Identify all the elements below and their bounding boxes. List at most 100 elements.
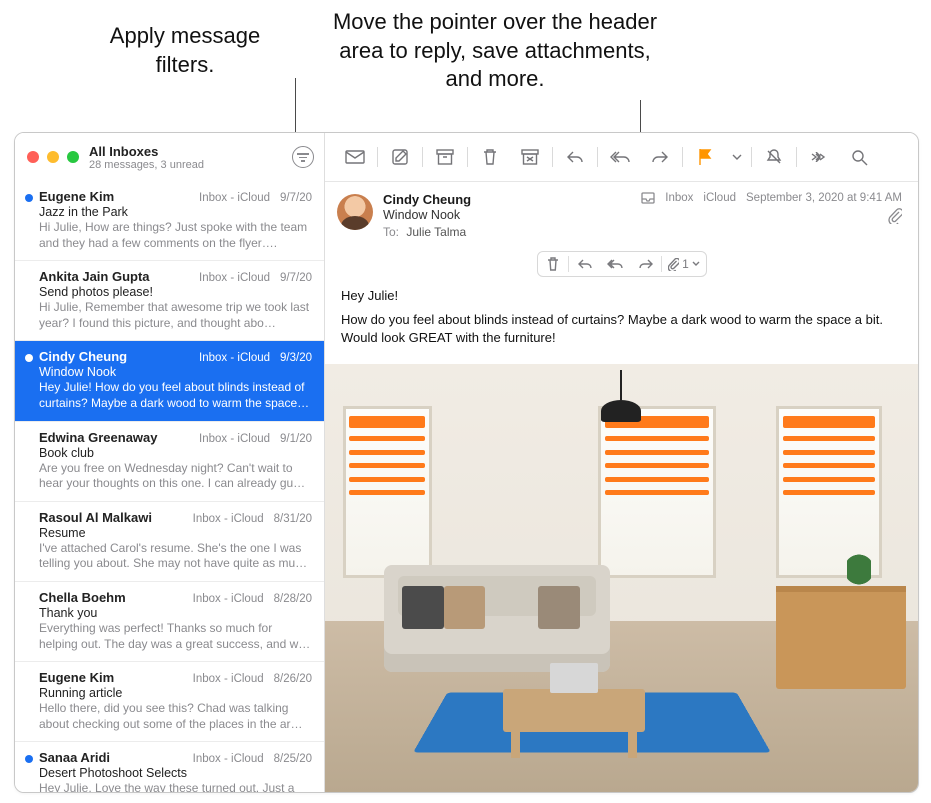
message-row[interactable]: Sanaa Aridi Inbox - iCloud 8/25/20Desert P…	[15, 742, 324, 792]
annotation-hover: Move the pointer over the header area to…	[330, 8, 660, 94]
msg-sender: Chella Boehm	[39, 590, 126, 605]
archive-button[interactable]	[425, 140, 465, 174]
mailbox-subtitle: 28 messages, 3 unread	[89, 159, 292, 171]
msg-date: 9/7/20	[280, 272, 312, 284]
msg-preview: Hey Julie, Love the way these turned out…	[39, 781, 312, 792]
header-mailbox-parent: Inbox	[665, 192, 693, 204]
body-line: How do you feel about blinds instead of …	[341, 311, 902, 347]
minimize-window-button[interactable]	[47, 151, 59, 163]
annotation-filters: Apply message filters.	[80, 22, 290, 79]
tray-icon	[641, 192, 655, 204]
sidebar: All Inboxes 28 messages, 3 unread Eugene…	[15, 133, 325, 792]
message-row[interactable]: Rasoul Al Malkawi Inbox - iCloud 8/31/20Re…	[15, 502, 324, 582]
flag-menu-button[interactable]	[725, 140, 749, 174]
get-mail-button[interactable]	[335, 140, 375, 174]
delete-button[interactable]	[470, 140, 510, 174]
fullscreen-window-button[interactable]	[67, 151, 79, 163]
header-date: September 3, 2020 at 9:41 AM	[746, 192, 902, 204]
hover-attachments-button[interactable]: 1	[662, 252, 705, 276]
sidebar-header: All Inboxes 28 messages, 3 unread	[15, 133, 324, 181]
window-controls	[27, 151, 79, 163]
message-row[interactable]: Edwina Greenaway Inbox - iCloud 9/1/20Book…	[15, 422, 324, 502]
mailbox-title: All Inboxes	[89, 144, 292, 159]
msg-sender: Edwina Greenaway	[39, 430, 158, 445]
msg-date: 9/3/20	[280, 352, 312, 364]
msg-date: 8/26/20	[274, 673, 312, 685]
msg-mailbox: Inbox - iCloud	[193, 513, 264, 525]
header-to: To: Julie Talma	[383, 225, 902, 239]
attachment-icon	[888, 208, 902, 224]
msg-mailbox: Inbox - iCloud	[199, 192, 270, 204]
chevron-down-icon	[692, 261, 700, 267]
msg-subject: Thank you	[39, 606, 312, 620]
sender-avatar	[337, 194, 373, 230]
header-mailbox-account: iCloud	[703, 192, 736, 204]
msg-preview: I've attached Carol's resume. She's the …	[39, 541, 312, 572]
msg-mailbox: Inbox - iCloud	[193, 753, 264, 765]
msg-sender: Eugene Kim	[39, 189, 114, 204]
msg-date: 8/28/20	[274, 593, 312, 605]
msg-mailbox: Inbox - iCloud	[199, 272, 270, 284]
close-window-button[interactable]	[27, 151, 39, 163]
reply-button[interactable]	[555, 140, 595, 174]
msg-preview: Hey Julie! How do you feel about blinds …	[39, 380, 312, 411]
message-row[interactable]: Ankita Jain Gupta Inbox - iCloud 9/7/20Sen…	[15, 261, 324, 341]
body-line: Hey Julie!	[341, 287, 902, 305]
msg-sender: Ankita Jain Gupta	[39, 269, 150, 284]
msg-sender: Rasoul Al Malkawi	[39, 510, 152, 525]
msg-subject: Send photos please!	[39, 285, 312, 299]
msg-mailbox: Inbox - iCloud	[193, 593, 264, 605]
reply-all-button[interactable]	[600, 140, 640, 174]
header-to-name: Julie Talma	[406, 225, 466, 239]
msg-preview: Hello there, did you see this? Chad was …	[39, 701, 312, 732]
msg-preview: Everything was perfect! Thanks so much f…	[39, 621, 312, 652]
header-mailbox: Inbox iCloud September 3, 2020 at 9:41 A…	[641, 192, 902, 204]
message-row[interactable]: Cindy Cheung Inbox - iCloud 9/3/20Window N…	[15, 341, 324, 421]
msg-preview: Hi Julie, Remember that awesome trip we …	[39, 300, 312, 331]
msg-subject: Running article	[39, 686, 312, 700]
msg-date: 9/1/20	[280, 433, 312, 445]
hover-delete-button[interactable]	[538, 252, 569, 276]
hover-reply-button[interactable]	[569, 252, 600, 276]
junk-button[interactable]	[510, 140, 550, 174]
hover-attachment-count: 1	[682, 257, 689, 271]
msg-sender: Cindy Cheung	[39, 349, 127, 364]
main-pane: Cindy Cheung Window Nook To: Julie Talma…	[325, 133, 918, 792]
msg-sender: Sanaa Aridi	[39, 750, 110, 765]
filter-button[interactable]	[292, 146, 314, 168]
hover-reply-all-button[interactable]	[600, 252, 631, 276]
header-to-label: To:	[383, 225, 399, 239]
attachment-image[interactable]	[325, 364, 918, 792]
msg-mailbox: Inbox - iCloud	[193, 673, 264, 685]
msg-date: 9/7/20	[280, 192, 312, 204]
msg-subject: Book club	[39, 446, 312, 460]
flag-button[interactable]	[685, 140, 725, 174]
search-button[interactable]	[839, 140, 879, 174]
forward-button[interactable]	[640, 140, 680, 174]
mute-button[interactable]	[754, 140, 794, 174]
msg-subject: Window Nook	[39, 365, 312, 379]
message-list: Eugene KimInbox - iCloud9/7/20Jazz in th…	[15, 181, 324, 792]
msg-mailbox: Inbox - iCloud	[199, 352, 270, 364]
toolbar	[325, 133, 918, 181]
message-header: Cindy Cheung Window Nook To: Julie Talma…	[325, 181, 918, 247]
msg-date: 8/31/20	[274, 513, 312, 525]
msg-preview: Hi Julie, How are things? Just spoke wit…	[39, 220, 312, 251]
message-row[interactable]: Eugene Kim Inbox - iCloud 8/26/20Running a…	[15, 662, 324, 742]
mail-window: All Inboxes 28 messages, 3 unread Eugene…	[14, 132, 919, 793]
message-row[interactable]: Eugene Kim Inbox - iCloud 9/7/20Jazz in th…	[15, 181, 324, 261]
msg-subject: Jazz in the Park	[39, 205, 312, 219]
header-hover-toolbar: 1	[537, 251, 707, 277]
msg-date: 8/25/20	[274, 753, 312, 765]
msg-subject: Desert Photoshoot Selects	[39, 766, 312, 780]
header-subject: Window Nook	[383, 208, 902, 222]
msg-sender: Eugene Kim	[39, 670, 114, 685]
message-row[interactable]: Chella Boehm Inbox - iCloud 8/28/20Thank y…	[15, 582, 324, 662]
more-toolbar-button[interactable]	[799, 140, 839, 174]
hover-forward-button[interactable]	[631, 252, 662, 276]
msg-subject: Resume	[39, 526, 312, 540]
msg-mailbox: Inbox - iCloud	[199, 433, 270, 445]
message-body: Hey Julie! How do you feel about blinds …	[325, 283, 918, 364]
msg-preview: Are you free on Wednesday night? Can't w…	[39, 461, 312, 492]
compose-button[interactable]	[380, 140, 420, 174]
